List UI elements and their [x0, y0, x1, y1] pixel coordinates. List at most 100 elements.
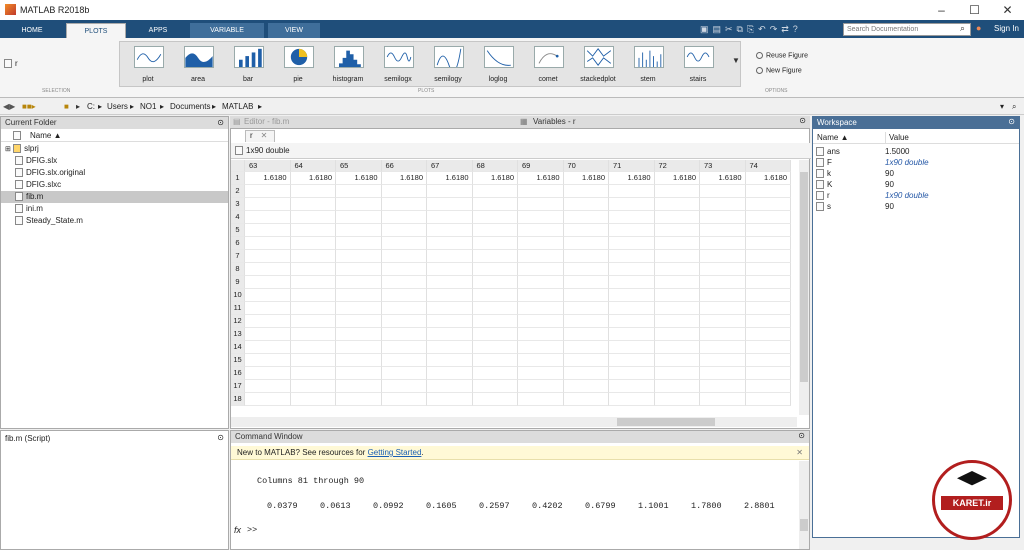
tab-plots[interactable]: PLOTS — [66, 23, 126, 38]
grid-cell[interactable] — [745, 211, 791, 224]
close-tab-icon[interactable]: ✕ — [261, 131, 268, 140]
row-header[interactable]: 11 — [231, 302, 245, 315]
grid-cell[interactable] — [563, 302, 609, 315]
grid-cell[interactable] — [245, 185, 291, 198]
grid-cell[interactable] — [245, 367, 291, 380]
grid-cell[interactable] — [290, 211, 336, 224]
grid-cell[interactable] — [472, 393, 518, 406]
plot-button[interactable]: plot — [124, 42, 172, 88]
column-header[interactable]: 65 — [336, 160, 382, 172]
selection-var[interactable]: r — [4, 59, 18, 69]
row-header[interactable]: 8 — [231, 263, 245, 276]
grid-cell[interactable] — [745, 315, 791, 328]
grid-cell[interactable] — [336, 276, 382, 289]
grid-cell[interactable] — [427, 315, 473, 328]
notification-icon[interactable]: ● — [976, 23, 981, 33]
grid-cell[interactable] — [745, 198, 791, 211]
grid-cell[interactable] — [700, 302, 746, 315]
sign-in-link[interactable]: Sign In — [994, 24, 1019, 33]
command-window[interactable]: Command Window ⊙ New to MATLAB? See reso… — [230, 430, 810, 550]
file-row[interactable]: ini.m — [1, 203, 228, 215]
grid-cell[interactable] — [563, 185, 609, 198]
breadcrumb-no1[interactable]: NO1 — [140, 102, 156, 111]
grid-cell[interactable] — [336, 224, 382, 237]
grid-cell[interactable]: 1.6180 — [654, 172, 700, 185]
semilogy-button[interactable]: semilogy — [424, 42, 472, 88]
grid-cell[interactable] — [290, 250, 336, 263]
search-icon[interactable]: ⌕ — [960, 23, 965, 34]
grid-cell[interactable] — [290, 341, 336, 354]
grid-cell[interactable] — [745, 328, 791, 341]
grid-cell[interactable] — [381, 380, 427, 393]
grid-cell[interactable] — [700, 237, 746, 250]
grid-cell[interactable] — [290, 354, 336, 367]
grid-cell[interactable] — [563, 393, 609, 406]
variable-grid[interactable]: 63 64 65 66 67 68 69 70 71 72 73 74 1 1.6180 1.6180 1.6… — [231, 160, 797, 415]
grid-cell[interactable] — [290, 237, 336, 250]
row-header[interactable]: 1 — [231, 172, 245, 185]
row-header[interactable]: 7 — [231, 250, 245, 263]
grid-cell[interactable] — [745, 276, 791, 289]
grid-cell[interactable] — [654, 393, 700, 406]
column-header[interactable]: 70 — [563, 160, 609, 172]
grid-cell[interactable] — [427, 341, 473, 354]
panel-menu-icon[interactable]: ⊙ — [217, 118, 224, 127]
grid-cell[interactable] — [336, 393, 382, 406]
panel-menu-icon[interactable]: ⊙ — [1008, 117, 1015, 126]
grid-cell[interactable] — [290, 224, 336, 237]
breadcrumb-c[interactable]: C: — [87, 102, 95, 111]
tab-view[interactable]: VIEW — [268, 23, 320, 38]
grid-cell[interactable] — [518, 354, 564, 367]
vertical-scrollbar[interactable] — [799, 160, 809, 415]
grid-cell[interactable] — [427, 211, 473, 224]
row-header[interactable]: 5 — [231, 224, 245, 237]
grid-cell[interactable] — [472, 276, 518, 289]
grid-cell[interactable] — [472, 263, 518, 276]
grid-cell[interactable]: 1.6180 — [700, 172, 746, 185]
grid-cell[interactable] — [336, 341, 382, 354]
grid-cell[interactable] — [381, 185, 427, 198]
file-row[interactable]: ⊞ slprj — [1, 143, 228, 155]
grid-cell[interactable] — [745, 341, 791, 354]
grid-cell[interactable] — [336, 263, 382, 276]
grid-cell[interactable] — [381, 224, 427, 237]
grid-cell[interactable] — [290, 393, 336, 406]
grid-cell[interactable] — [427, 289, 473, 302]
grid-cell[interactable]: 1.6180 — [745, 172, 791, 185]
grid-cell[interactable] — [609, 224, 655, 237]
browse-icon[interactable]: ⌕ — [1012, 102, 1016, 112]
grid-cell[interactable] — [609, 250, 655, 263]
grid-cell[interactable] — [427, 250, 473, 263]
grid-cell[interactable] — [245, 380, 291, 393]
grid-cell[interactable]: 1.6180 — [336, 172, 382, 185]
column-header[interactable]: 66 — [381, 160, 427, 172]
grid-cell[interactable] — [381, 263, 427, 276]
grid-cell[interactable] — [472, 341, 518, 354]
grid-cell[interactable] — [609, 315, 655, 328]
grid-cell[interactable] — [245, 237, 291, 250]
grid-cell[interactable] — [518, 250, 564, 263]
comet-button[interactable]: comet — [524, 42, 572, 88]
cmd-scrollbar[interactable] — [799, 461, 809, 549]
grid-cell[interactable] — [290, 315, 336, 328]
grid-cell[interactable] — [427, 185, 473, 198]
close-banner-icon[interactable]: ✕ — [796, 446, 803, 460]
horizontal-scrollbar[interactable] — [231, 417, 797, 427]
grid-cell[interactable] — [654, 237, 700, 250]
grid-cell[interactable] — [654, 185, 700, 198]
reuse-figure-option[interactable]: Reuse Figure — [756, 52, 808, 59]
grid-cell[interactable] — [700, 289, 746, 302]
column-header[interactable]: 69 — [518, 160, 564, 172]
grid-cell[interactable] — [609, 328, 655, 341]
grid-cell[interactable] — [381, 315, 427, 328]
breadcrumb-matlab[interactable]: MATLAB — [222, 102, 253, 111]
grid-cell[interactable] — [245, 315, 291, 328]
grid-cell[interactable] — [472, 198, 518, 211]
grid-cell[interactable] — [700, 198, 746, 211]
grid-cell[interactable] — [472, 237, 518, 250]
file-row-selected[interactable]: fib.m — [1, 191, 228, 203]
column-header[interactable]: 68 — [472, 160, 518, 172]
grid-cell[interactable] — [700, 224, 746, 237]
grid-cell[interactable]: 1.6180 — [518, 172, 564, 185]
grid-cell[interactable] — [563, 263, 609, 276]
